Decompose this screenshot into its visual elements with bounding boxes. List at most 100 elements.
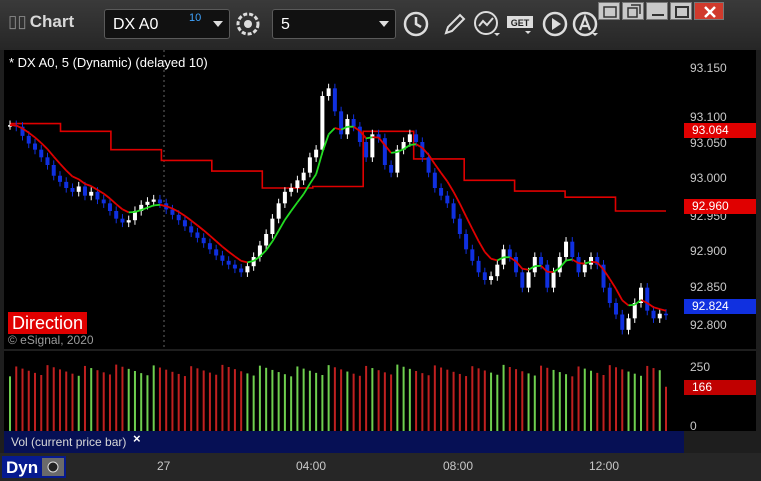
volume-bar: [152, 365, 155, 431]
volume-bar: [308, 370, 311, 431]
volume-bar: [527, 373, 530, 431]
volume-bar: [415, 371, 418, 431]
clock-icon[interactable]: [401, 9, 431, 39]
candle-body: [395, 149, 400, 173]
pan-icon[interactable]: [42, 458, 64, 476]
get-data-icon[interactable]: GET: [505, 9, 535, 39]
candle-body: [295, 180, 300, 188]
volume-bar: [377, 370, 380, 431]
volume-bar: [158, 367, 161, 431]
settings-gear-icon[interactable]: [233, 9, 263, 39]
volume-bar: [83, 365, 86, 431]
time-axis[interactable]: Dyn 27 04:00 08:00 12:00: [0, 453, 761, 481]
candle-body: [507, 249, 512, 257]
price-tick: 92.900: [690, 244, 727, 258]
drag-grip-icon[interactable]: ▯▯: [8, 12, 27, 31]
volume-bar: [315, 372, 318, 431]
minimize-icon[interactable]: [646, 2, 668, 20]
candle-body: [626, 318, 631, 330]
volume-bar: [446, 369, 449, 431]
candle-body: [126, 220, 131, 223]
volume-bar: [402, 366, 405, 431]
volume-bar: [433, 365, 436, 431]
volume-bar: [40, 375, 43, 431]
candle-body: [32, 143, 37, 150]
pencil-draw-icon[interactable]: [440, 9, 470, 39]
volume-bar: [596, 372, 599, 431]
volume-bar: [540, 365, 543, 431]
candle-body: [314, 149, 319, 158]
maximize-icon[interactable]: [670, 2, 692, 20]
volume-bar: [196, 368, 199, 431]
restore-icon[interactable]: [622, 2, 644, 20]
moving-average-segment: [653, 306, 661, 310]
volume-bar: [277, 372, 280, 431]
volume-bar: [9, 376, 11, 431]
volume-study-bar: Vol (current price bar) ×: [4, 431, 684, 453]
volume-bar: [546, 367, 549, 431]
interval-dropdown-icon[interactable]: [379, 21, 389, 27]
moving-average-segment: [396, 148, 404, 153]
close-icon[interactable]: [694, 2, 724, 20]
volume-chart[interactable]: [4, 351, 684, 431]
volume-study-label: Vol (current price bar): [11, 435, 127, 449]
window-title-text: Chart: [29, 12, 75, 31]
moving-average-segment: [209, 235, 217, 242]
close-study-icon[interactable]: ×: [133, 431, 141, 446]
moving-average-segment: [84, 183, 92, 187]
candle-body: [70, 188, 75, 192]
volume-bar: [258, 365, 261, 431]
volume-bar: [227, 367, 230, 431]
alert-icon[interactable]: [570, 9, 600, 39]
candle-body: [120, 218, 125, 223]
volume-axis[interactable]: 250 166 0: [684, 351, 756, 433]
volume-bar: [558, 372, 561, 431]
price-tick: 93.050: [690, 136, 727, 150]
moving-average-segment: [90, 185, 98, 191]
price-chart[interactable]: * DX A0, 5 (Dynamic) (delayed 10) Direct…: [4, 50, 684, 349]
candle-body: [414, 134, 419, 142]
candle-body: [576, 257, 581, 273]
candle-body: [264, 234, 269, 246]
volume-bar: [652, 368, 655, 431]
volume-bar: [221, 364, 224, 431]
moving-average-segment: [440, 172, 449, 182]
candle-body: [445, 195, 450, 204]
symbol-dropdown-icon[interactable]: [213, 21, 223, 27]
symbol-input[interactable]: DX A0 10: [104, 9, 230, 39]
volume-bar: [165, 369, 168, 431]
moving-average-segment: [628, 303, 635, 307]
symbol-value: DX A0: [113, 16, 159, 33]
dynamic-mode-label: Dyn: [6, 458, 39, 477]
volume-bar: [358, 375, 361, 431]
candle-body: [482, 272, 487, 280]
volume-bar: [327, 365, 330, 431]
link-icon[interactable]: [598, 2, 620, 20]
dynamic-mode-button[interactable]: Dyn: [2, 456, 66, 478]
candle-body: [539, 257, 544, 265]
volume-bar: [183, 376, 186, 431]
volume-bar: [133, 371, 136, 431]
play-icon[interactable]: [540, 9, 570, 39]
volume-bar: [177, 373, 180, 431]
candle-body: [64, 181, 69, 188]
moving-average-segment: [59, 163, 67, 172]
moving-average-segment: [309, 173, 317, 185]
studies-icon[interactable]: [472, 9, 502, 39]
moving-average-segment: [221, 246, 230, 253]
price-axis[interactable]: 93.150 93.100 93.050 93.000 92.950 92.90…: [684, 50, 756, 349]
candle-body: [657, 313, 662, 319]
volume-bar: [608, 365, 611, 431]
volume-bar: [346, 371, 349, 431]
candle-body: [207, 243, 212, 250]
candle-body: [232, 264, 237, 269]
candle-body: [220, 255, 225, 261]
last-price-flag: 92.824: [684, 299, 756, 314]
interval-input[interactable]: 5: [272, 9, 396, 39]
candle-body: [570, 241, 575, 257]
volume-bar: [496, 374, 499, 431]
moving-average-segment: [565, 258, 573, 262]
volume-bar: [233, 369, 236, 431]
volume-bar: [321, 375, 324, 431]
candle-body: [239, 268, 244, 273]
